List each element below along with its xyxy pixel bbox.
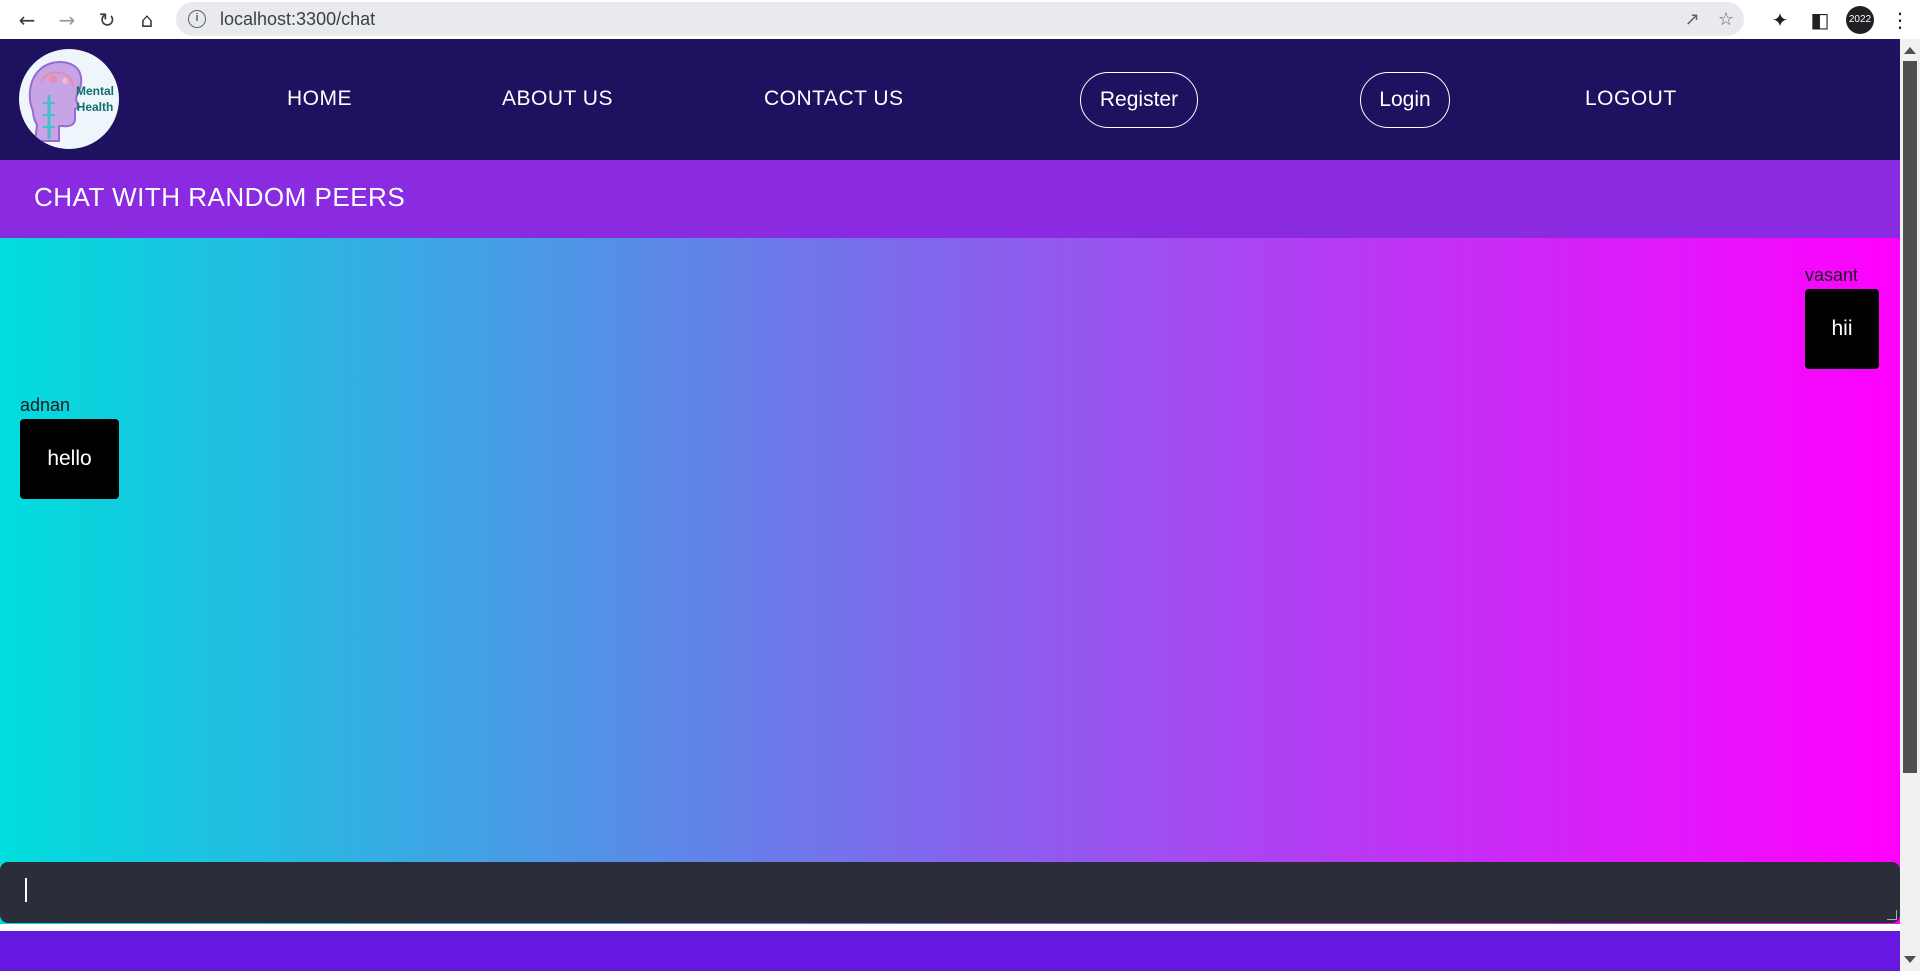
page-scrollbar[interactable]	[1900, 39, 1920, 971]
nav-logout-link[interactable]: LOGOUT	[1585, 87, 1677, 111]
chat-messages-area: vasant hii adnan hello	[0, 238, 1900, 924]
nav-contact-link[interactable]: CONTACT US	[764, 87, 904, 111]
message-composer[interactable]	[0, 862, 1900, 923]
bookmark-star-icon[interactable]: ☆	[1718, 9, 1734, 30]
nav-about-link[interactable]: ABOUT US	[502, 87, 613, 111]
message-sender: vasant	[1805, 265, 1859, 285]
extensions-puzzle-icon[interactable]: ✦	[1760, 4, 1800, 36]
text-caret	[25, 878, 27, 902]
chat-message: vasant hii	[1805, 265, 1879, 369]
resize-handle-icon[interactable]	[1887, 910, 1897, 920]
browser-toolbar: ← → ↻ ⌂ i localhost:3300/chat ↗ ☆ ✦ ◧ 20…	[0, 0, 1920, 39]
forward-icon[interactable]: →	[47, 4, 87, 36]
page-title: CHAT WITH RANDOM PEERS	[34, 182, 406, 212]
mental-health-logo[interactable]: Mental Health	[19, 49, 119, 149]
message-sender: adnan	[20, 395, 71, 415]
site-header: Mental Health HOME ABOUT US CONTACT US R…	[0, 39, 1900, 160]
login-button[interactable]: Login	[1360, 72, 1450, 128]
register-button[interactable]: Register	[1080, 72, 1198, 128]
chat-message: adnan hello	[20, 395, 119, 499]
nav-home-link[interactable]: HOME	[287, 87, 352, 111]
scrollbar-thumb[interactable]	[1903, 61, 1917, 773]
footer-strip	[0, 931, 1900, 971]
url-text[interactable]: localhost:3300/chat	[220, 9, 375, 30]
home-icon[interactable]: ⌂	[127, 4, 167, 36]
logo-text-line1: Mental	[75, 84, 114, 98]
message-bubble: hii	[1805, 289, 1879, 369]
message-bubble: hello	[20, 419, 119, 499]
menu-kebab-icon[interactable]: ⋮	[1880, 4, 1920, 36]
share-icon[interactable]: ↗	[1685, 9, 1700, 30]
scroll-down-arrow-icon[interactable]	[1904, 956, 1916, 963]
reload-icon[interactable]: ↻	[87, 4, 127, 36]
logo-text-line2: Health	[76, 100, 114, 114]
profile-avatar[interactable]: 2022	[1846, 5, 1874, 34]
site-info-icon[interactable]: i	[188, 10, 206, 28]
chat-title-bar: CHAT WITH RANDOM PEERS	[0, 160, 1900, 238]
address-bar[interactable]: i localhost:3300/chat ↗ ☆	[176, 2, 1744, 36]
side-panel-icon[interactable]: ◧	[1800, 4, 1840, 36]
message-input[interactable]	[0, 862, 1900, 923]
scroll-up-arrow-icon[interactable]	[1904, 47, 1916, 54]
back-icon[interactable]: ←	[7, 4, 47, 36]
